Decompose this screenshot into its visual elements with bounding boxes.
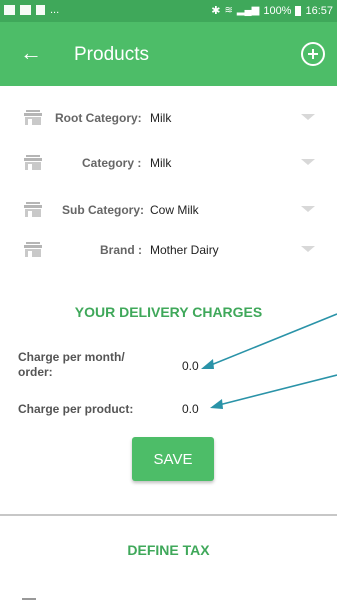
message-icon [20, 5, 31, 15]
battery-icon [295, 5, 302, 16]
app-bar: ← Products [0, 22, 337, 86]
tax-row-icon [22, 598, 36, 605]
category-value: Milk [150, 156, 172, 170]
bluetooth-icon: ✱ [211, 5, 221, 17]
root-category-value: Milk [150, 111, 172, 125]
define-tax-title: DEFINE TAX [127, 542, 210, 558]
clock: 16:57 [305, 4, 333, 17]
back-arrow-icon[interactable]: ← [20, 40, 42, 66]
gallery-icon [4, 5, 15, 15]
annotation-arrowhead [201, 359, 214, 369]
dropdown-arrow-icon[interactable] [301, 159, 315, 165]
shop-icon [24, 155, 42, 170]
root-category-label: Root Category: [55, 111, 142, 125]
status-right: ✱ ≋ ▂▄▆ 100% 16:57 [211, 4, 333, 18]
charge-per-month-label-line1: Charge per month/ [18, 350, 125, 364]
status-bar: ... ✱ ≋ ▂▄▆ 100% 16:57 [0, 0, 337, 22]
filter-sub-category[interactable]: Sub Category: Cow Milk [0, 197, 337, 223]
dropdown-arrow-icon[interactable] [301, 114, 315, 120]
sub-category-value: Cow Milk [150, 203, 199, 217]
wifi-icon: ≋ [224, 5, 233, 16]
filter-root-category[interactable]: Root Category: Milk [0, 105, 337, 131]
filter-brand[interactable]: Brand : Mother Dairy [0, 237, 337, 263]
notification-icon [36, 5, 45, 15]
annotation-arrow [214, 374, 337, 407]
charge-per-product-input[interactable]: 0.0 [182, 402, 199, 416]
status-left-text: ... [50, 4, 60, 16]
charge-per-product-label: Charge per product: [18, 402, 134, 416]
category-label: Category : [82, 156, 142, 170]
annotation-arrowhead [210, 399, 223, 409]
brand-value: Mother Dairy [150, 243, 219, 257]
dropdown-arrow-icon[interactable] [301, 206, 315, 212]
delivery-charges-title: YOUR DELIVERY CHARGES [74, 304, 263, 320]
add-circle-icon[interactable] [301, 42, 325, 66]
battery-percent: 100% [263, 4, 292, 17]
page-title: Products [74, 44, 149, 65]
section-divider [0, 514, 337, 516]
status-left: ... [4, 4, 59, 16]
shop-icon [24, 110, 42, 125]
shop-icon [24, 202, 42, 217]
charge-per-month-label-line2: order: [18, 365, 53, 379]
charge-per-month-input[interactable]: 0.0 [182, 359, 199, 373]
sub-category-label: Sub Category: [62, 203, 145, 217]
shop-icon [24, 242, 42, 257]
signal-icon: ▂▄▆ [236, 5, 260, 16]
filter-category[interactable]: Category : Milk [0, 150, 337, 176]
save-button[interactable]: SAVE [132, 437, 214, 481]
brand-label: Brand : [100, 243, 142, 257]
charge-per-month-label: Charge per month/ order: [18, 350, 125, 380]
annotation-arrow [205, 313, 337, 368]
dropdown-arrow-icon[interactable] [301, 246, 315, 252]
